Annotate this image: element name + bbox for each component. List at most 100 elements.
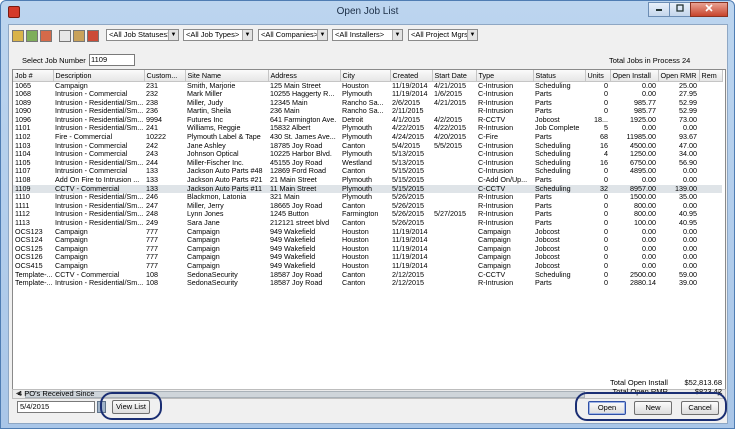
table-cell: Jackson Auto Parts #48 <box>187 167 263 176</box>
table-cell: 0 <box>604 270 608 279</box>
column-header[interactable]: Type <box>476 70 534 82</box>
table-row[interactable]: 1108 Add On Fire to Intrusion ... 133 Jacks… <box>13 176 722 185</box>
column-header[interactable]: Start Date <box>432 70 477 82</box>
table-row[interactable]: 1089 Intrusion - Residential/Sm... 238 Mill… <box>13 99 722 108</box>
table-row[interactable]: OCS125 Campaign 777 Campaign 949 Wakefield Ho… <box>13 245 722 254</box>
job-status-filter[interactable]: <All Job Statuses> ▼ <box>106 29 179 41</box>
table-cell: 12869 Ford Road <box>270 167 326 176</box>
table-cell: 243 <box>146 150 158 159</box>
toolbar <box>12 28 101 44</box>
table-cell: 1107 <box>15 167 31 176</box>
minimize-button[interactable] <box>648 2 670 17</box>
table-row[interactable]: 1103 Intrusion - Commercial 242 Jane Ashley… <box>13 142 722 151</box>
table-row[interactable]: 1090 Intrusion - Residential/Sm... 236 Mart… <box>13 107 722 116</box>
table-cell: OCS125 <box>15 244 43 253</box>
scrollbar-thumb[interactable] <box>25 391 585 398</box>
table-cell: Futures Inc <box>187 115 223 124</box>
column-header[interactable]: City <box>340 70 391 82</box>
table-cell: 4/2/2015 <box>434 115 462 124</box>
table-cell: 5/27/2015 <box>434 210 466 219</box>
column-header[interactable]: Job # <box>13 70 54 82</box>
pos-received-label: 4 PO's Received Since <box>18 389 95 398</box>
table-cell: 1/6/2015 <box>434 90 462 99</box>
new-button[interactable]: New <box>634 401 672 415</box>
table-cell: 0.00 <box>683 176 697 185</box>
table-row[interactable]: 1105 Intrusion - Residential/Sm... 244 Mill… <box>13 159 722 168</box>
delete-icon[interactable] <box>87 30 99 42</box>
table-cell: Houston <box>342 81 369 90</box>
table-row[interactable]: 1104 Intrusion - Commercial 243 Johnson Opt… <box>13 150 722 159</box>
table-cell: Canton <box>342 167 366 176</box>
column-header[interactable]: Created <box>390 70 433 82</box>
table-cell: 0.00 <box>642 176 656 185</box>
table-cell: Template-... <box>15 270 53 279</box>
date-picker-icon[interactable] <box>97 401 106 413</box>
table-row[interactable]: 1107 Intrusion - Commercial 133 Jackson Aut… <box>13 167 722 176</box>
close-button[interactable] <box>690 2 728 17</box>
table-cell: 1103 <box>15 141 31 150</box>
print-icon[interactable] <box>73 30 85 42</box>
job-number-input[interactable]: 1109 <box>89 54 135 66</box>
table-cell: 2500.00 <box>630 270 656 279</box>
company-filter[interactable]: <All Companies> ▼ <box>258 29 328 41</box>
table-row[interactable]: 1111 Intrusion - Residential/Sm... 247 Mill… <box>13 202 722 211</box>
column-header[interactable]: Units <box>585 70 611 82</box>
cancel-button[interactable]: Cancel <box>681 401 719 415</box>
maximize-button[interactable] <box>669 2 691 17</box>
table-row[interactable]: 1102 Fire - Commercial 10222 Plymouth Label… <box>13 133 722 142</box>
table-cell: 0.00 <box>642 261 656 270</box>
column-header[interactable]: Open Install <box>610 70 659 82</box>
table-cell: 249 <box>146 219 158 227</box>
column-header[interactable]: Description <box>53 70 145 82</box>
table-cell: Jobcost <box>535 236 560 245</box>
table-cell: OCS415 <box>15 261 43 270</box>
table-row[interactable]: 1110 Intrusion - Residential/Sm... 246 Blac… <box>13 193 722 202</box>
table-cell: 40.95 <box>679 219 697 227</box>
table-row[interactable]: 1113 Intrusion - Residential/Sm... 249 Sara… <box>13 219 722 228</box>
table-row[interactable]: 1109 CCTV - Commercial 133 Jackson Auto Par… <box>13 184 722 194</box>
table-cell: 5/15/2015 <box>392 167 424 176</box>
table-cell: 68 <box>600 133 608 142</box>
view-list-button[interactable]: View List <box>112 400 150 414</box>
column-header[interactable]: Rem <box>699 70 723 82</box>
table-row[interactable]: OCS126 Campaign 777 Campaign 949 Wakefield Ho… <box>13 253 722 262</box>
table-cell: Jane Ashley <box>187 141 226 150</box>
table-row[interactable]: 1096 Intrusion - Residential/Sm... 9994 Fut… <box>13 116 722 125</box>
table-row[interactable]: Template-... CCTV - Commercial 108 SedonaSe… <box>13 271 722 280</box>
table-cell: 0 <box>604 244 608 253</box>
table-cell: 40.95 <box>679 210 697 219</box>
table-cell: Miller, Judy <box>187 98 223 107</box>
column-header[interactable]: Custom... <box>144 70 186 82</box>
table-row[interactable]: OCS123 Campaign 777 Campaign 949 Wakefield Ho… <box>13 228 722 237</box>
project-mgr-filter[interactable]: <All Project Mgrs> ▼ <box>408 29 478 41</box>
list-icon[interactable] <box>59 30 71 42</box>
column-header[interactable]: Open RMR <box>658 70 700 82</box>
minimize-icon <box>656 9 662 11</box>
table-cell: OCS126 <box>15 253 43 262</box>
table-cell <box>432 279 476 288</box>
column-header[interactable]: Site Name <box>185 70 269 82</box>
table-cell <box>699 228 722 237</box>
open-folder-icon[interactable] <box>12 30 24 42</box>
table-row[interactable]: OCS124 Campaign 777 Campaign 949 Wakefield Ho… <box>13 236 722 245</box>
table-row[interactable]: Template-... Intrusion - Residential/Sm..… <box>13 279 722 288</box>
table-cell: 777 <box>146 253 158 262</box>
job-type-filter[interactable]: <All Job Types> ▼ <box>183 29 253 41</box>
export-icon[interactable] <box>26 30 38 42</box>
table-row[interactable]: 1101 Intrusion - Residential/Sm... 241 Will… <box>13 124 722 133</box>
table-cell: 0.00 <box>642 236 656 245</box>
pos-since-date-input[interactable]: 5/4/2015 <box>17 401 95 413</box>
table-cell <box>699 90 722 99</box>
title-bar[interactable]: Open Job List <box>1 1 734 23</box>
open-button[interactable]: Open <box>588 401 626 415</box>
table-row[interactable]: 1112 Intrusion - Residential/Sm... 248 Lynn… <box>13 210 722 219</box>
table-row[interactable]: 1068 Intrusion - Commercial 232 Mark Miller… <box>13 90 722 99</box>
job-list-grid[interactable]: Job # Description Custom... Site Name Addres… <box>12 69 726 399</box>
table-row[interactable]: OCS415 Campaign 777 Campaign 949 Wakefield Ho… <box>13 262 722 271</box>
installer-filter[interactable]: <All Installers> ▼ <box>332 29 403 41</box>
calendar-icon[interactable] <box>40 30 52 42</box>
table-row[interactable]: 1065 Campaign 231 Smith, Marjorie 125 Main S… <box>13 81 722 90</box>
column-header[interactable]: Status <box>533 70 586 82</box>
column-header[interactable]: Address <box>268 70 341 82</box>
table-cell: 11/19/2014 <box>392 236 428 245</box>
